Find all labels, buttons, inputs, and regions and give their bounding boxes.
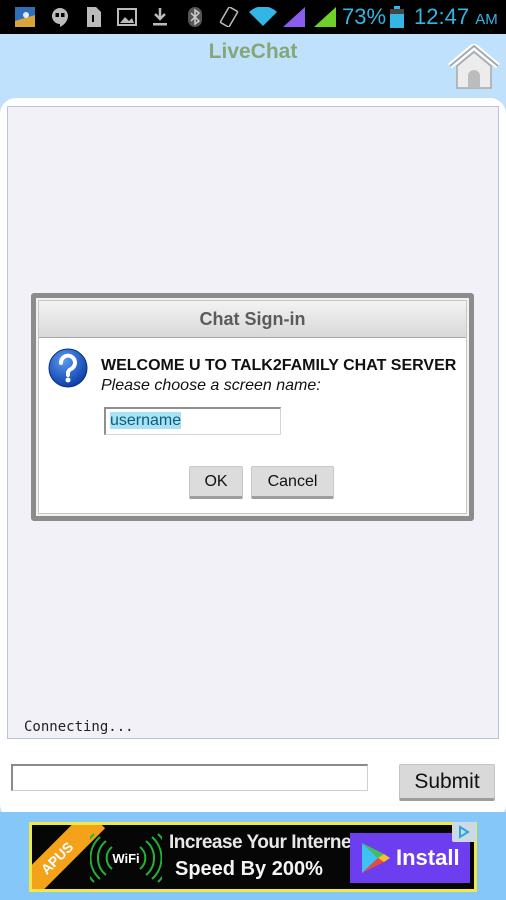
signal-green-icon	[314, 7, 336, 27]
message-input[interactable]	[11, 764, 368, 791]
wifi-icon: WiFi	[90, 833, 162, 883]
file-icon	[87, 7, 101, 27]
clock: 12:47 AM	[414, 4, 498, 30]
clock-ampm: AM	[475, 11, 498, 28]
photo-widget-icon	[15, 7, 35, 27]
screen-name-input[interactable]: username	[104, 407, 281, 435]
wifi-icon	[249, 7, 277, 26]
wifi-label: WiFi	[112, 851, 139, 866]
ok-button[interactable]: OK	[189, 466, 243, 499]
sign-in-dialog: Chat Sign-in WELCOME U TO TALK2FAMILY CH…	[31, 293, 474, 521]
question-icon	[48, 348, 88, 388]
hangouts-icon	[52, 8, 68, 27]
ad-subheadline: Speed By 200%	[175, 858, 323, 880]
ad-choices-icon[interactable]	[452, 822, 476, 842]
rotation-icon	[219, 7, 239, 27]
ad-choices-glyph	[459, 825, 470, 839]
battery-icon	[390, 6, 404, 28]
bluetooth-icon	[188, 7, 202, 27]
dialog-body: Chat Sign-in WELCOME U TO TALK2FAMILY CH…	[38, 300, 467, 514]
clock-time: 12:47	[414, 4, 470, 29]
app-title: LiveChat	[208, 40, 298, 63]
battery-percent: 73%	[342, 4, 387, 29]
gallery-icon	[117, 8, 137, 26]
screen-name-value: username	[110, 412, 182, 429]
ad-banner[interactable]: APUS WiFi Increase Your Internet Speed B…	[29, 822, 477, 892]
welcome-message: WELCOME U TO TALK2FAMILY CHAT SERVER	[101, 357, 457, 374]
home-icon[interactable]	[447, 44, 501, 90]
submit-button[interactable]: Submit	[399, 764, 495, 801]
dialog-title: Chat Sign-in	[39, 301, 466, 338]
screen-name-prompt: Please choose a screen name:	[101, 377, 321, 394]
app-header: LiveChat	[0, 34, 506, 100]
cancel-button[interactable]: Cancel	[251, 466, 334, 499]
signal-purple-icon	[283, 7, 305, 27]
status-bar: 73% 12:47 AM	[0, 0, 506, 34]
connection-status: Connecting...	[24, 719, 134, 735]
ad-headline: Increase Your Internet	[169, 832, 357, 853]
play-store-icon	[362, 843, 390, 873]
download-icon	[153, 8, 167, 26]
ad-install-label: Install	[396, 845, 460, 870]
